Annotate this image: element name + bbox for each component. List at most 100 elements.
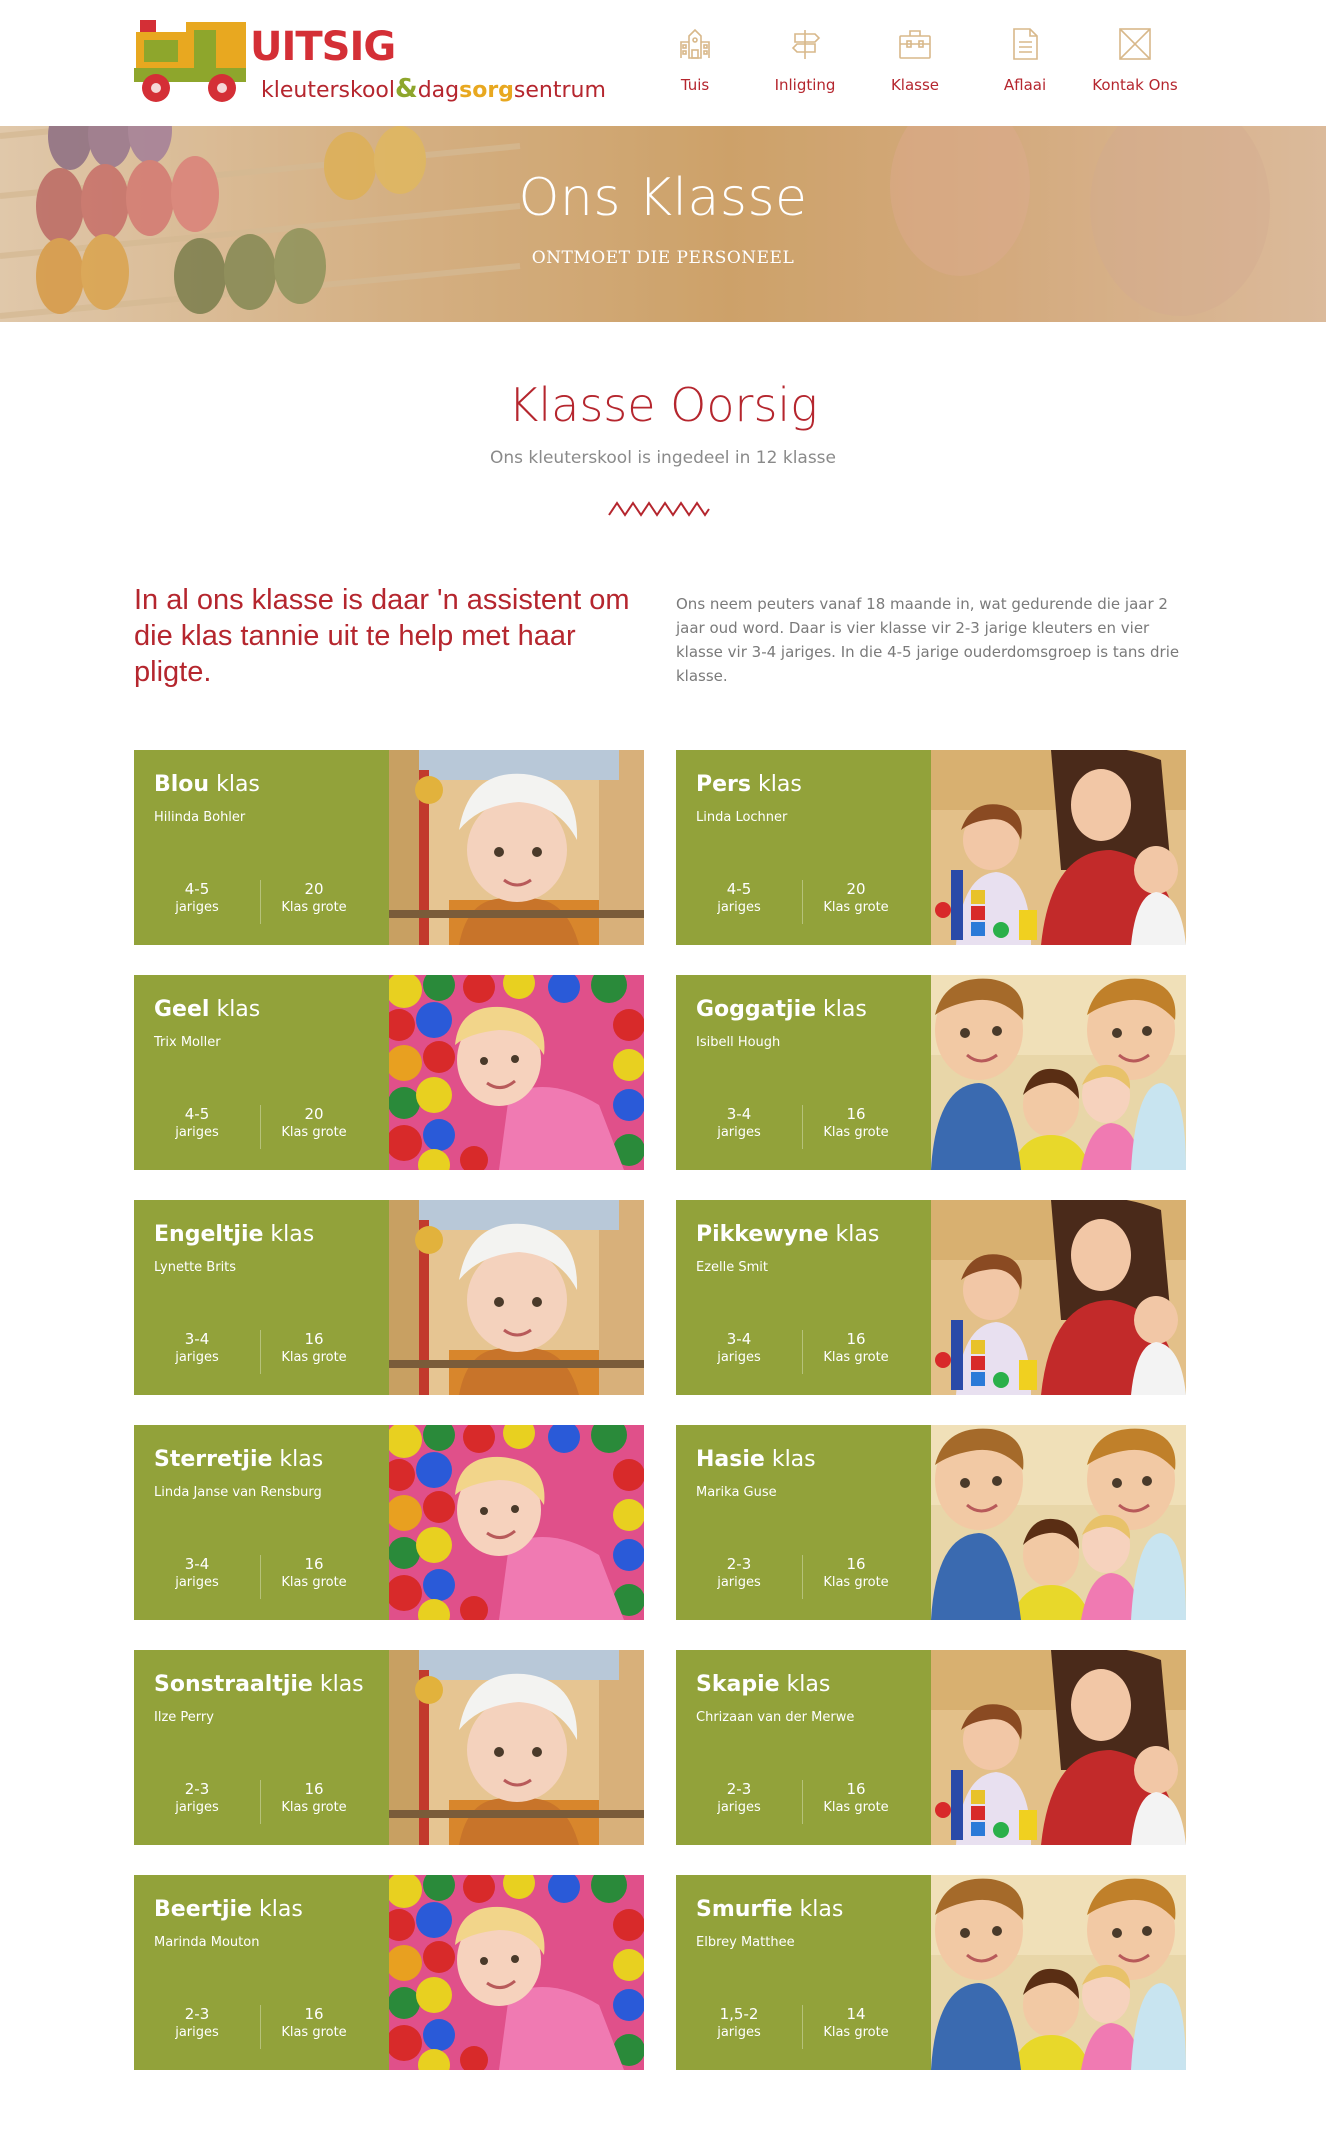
class-name: Sterretjie klas	[154, 1447, 324, 1472]
class-teacher: Trix Moller	[154, 1035, 221, 1050]
class-photo	[389, 1425, 644, 1620]
class-photo	[389, 750, 644, 945]
class-card[interactable]: Sterretjie klas Linda Janse van Rensburg…	[134, 1425, 644, 1620]
class-age-stat: 2-3 jariges	[702, 1555, 776, 1593]
class-photo	[931, 1875, 1186, 2070]
page-subtitle: ONTMOET DIE PERSONEEL	[531, 248, 795, 268]
class-size-label: Klas grote	[281, 1800, 347, 1815]
class-age-label: jariges	[717, 1575, 761, 1590]
class-age-stat: 4-5 jariges	[160, 1105, 234, 1143]
page-title: Ons Klasse	[518, 168, 808, 228]
class-age-label: jariges	[175, 1800, 219, 1815]
class-age-label: jariges	[717, 1125, 761, 1140]
class-teacher: Linda Janse van Rensburg	[154, 1485, 322, 1500]
stat-divider	[260, 1555, 261, 1599]
class-size-stat: 16 Klas grote	[806, 1780, 906, 1818]
class-card-info: Skapie klas Chrizaan van der Merwe 2-3 j…	[676, 1650, 931, 1845]
class-age-value: 3-4	[726, 1330, 752, 1348]
class-card[interactable]: Skapie klas Chrizaan van der Merwe 2-3 j…	[676, 1650, 1186, 1845]
class-size-value: 16	[846, 1780, 866, 1798]
class-size-label: Klas grote	[281, 1125, 347, 1140]
class-size-value: 20	[846, 880, 866, 898]
class-size-stat: 16 Klas grote	[264, 1330, 364, 1368]
stat-divider	[802, 880, 803, 924]
class-card[interactable]: Geel klas Trix Moller 4-5 jariges 20 Kla…	[134, 975, 644, 1170]
class-photo	[931, 1650, 1186, 1845]
nav-item-kontak-ons[interactable]: Kontak Ons	[1080, 26, 1190, 106]
class-age-label: jariges	[717, 900, 761, 915]
class-teacher: Marika Guse	[696, 1485, 777, 1500]
class-name: Smurfie klas	[696, 1897, 844, 1922]
class-age-value: 2-3	[726, 1555, 752, 1573]
class-age-value: 2-3	[726, 1780, 752, 1798]
class-size-label: Klas grote	[823, 1575, 889, 1590]
class-age-value: 4-5	[726, 880, 752, 898]
document-icon	[1013, 28, 1038, 60]
nav-item-klasse[interactable]: Klasse	[860, 26, 970, 106]
class-size-label: Klas grote	[281, 900, 347, 915]
class-size-stat: 20 Klas grote	[264, 1105, 364, 1143]
class-age-label: jariges	[175, 1350, 219, 1365]
class-size-value: 14	[846, 2005, 866, 2023]
class-card[interactable]: Pers klas Linda Lochner 4-5 jariges 20 K…	[676, 750, 1186, 945]
class-age-label: jariges	[175, 1125, 219, 1140]
class-size-stat: 16 Klas grote	[264, 1555, 364, 1593]
class-name: Beertjie klas	[154, 1897, 303, 1922]
class-size-label: Klas grote	[823, 900, 889, 915]
class-card[interactable]: Beertjie klas Marinda Mouton 2-3 jariges…	[134, 1875, 644, 2070]
class-age-label: jariges	[717, 2025, 761, 2040]
class-teacher: Marinda Mouton	[154, 1935, 260, 1950]
class-name: Pers klas	[696, 772, 802, 797]
class-age-value: 3-4	[184, 1330, 210, 1348]
class-photo	[931, 1200, 1186, 1395]
class-card[interactable]: Hasie klas Marika Guse 2-3 jariges 16 Kl…	[676, 1425, 1186, 1620]
class-size-stat: 14 Klas grote	[806, 2005, 906, 2043]
class-photo	[389, 1650, 644, 1845]
class-size-label: Klas grote	[823, 1350, 889, 1365]
class-age-stat: 3-4 jariges	[160, 1330, 234, 1368]
class-card[interactable]: Goggatjie klas Isibell Hough 3-4 jariges…	[676, 975, 1186, 1170]
class-card[interactable]: Sonstraaltjie klas Ilze Perry 2-3 jarige…	[134, 1650, 644, 1845]
class-teacher: Ilze Perry	[154, 1710, 214, 1725]
class-size-stat: 16 Klas grote	[264, 1780, 364, 1818]
class-size-label: Klas grote	[823, 1800, 889, 1815]
class-age-value: 2-3	[184, 1780, 210, 1798]
nav-item-tuis[interactable]: Tuis	[640, 26, 750, 106]
class-size-value: 16	[304, 1330, 324, 1348]
class-size-label: Klas grote	[823, 1125, 889, 1140]
class-photo	[931, 975, 1186, 1170]
intro-highlight: In al ons klasse is daar 'n assistent om…	[134, 584, 630, 688]
class-card[interactable]: Smurfie klas Elbrey Matthee 1,5-2 jarige…	[676, 1875, 1186, 2070]
nav-item-aflaai[interactable]: Aflaai	[970, 26, 1080, 106]
class-card[interactable]: Blou klas Hilinda Bohler 4-5 jariges 20 …	[134, 750, 644, 945]
nav-item-inligting[interactable]: Inligting	[750, 26, 860, 106]
toy-train-icon	[134, 20, 246, 102]
section-title: Klasse Oorsig	[508, 378, 818, 432]
class-size-stat: 16 Klas grote	[806, 1105, 906, 1143]
site-logo[interactable]: UITSIG kleuterskool&dagsorgsentrum	[134, 18, 606, 108]
class-card-info: Blou klas Hilinda Bohler 4-5 jariges 20 …	[134, 750, 389, 945]
stat-divider	[260, 2005, 261, 2049]
class-age-label: jariges	[717, 1350, 761, 1365]
class-card-info: Hasie klas Marika Guse 2-3 jariges 16 Kl…	[676, 1425, 931, 1620]
stat-divider	[802, 1555, 803, 1599]
class-age-value: 3-4	[184, 1555, 210, 1573]
nav-label: Tuis	[680, 76, 710, 94]
class-card-info: Sterretjie klas Linda Janse van Rensburg…	[134, 1425, 389, 1620]
stat-divider	[260, 1780, 261, 1824]
class-age-stat: 2-3 jariges	[702, 1780, 776, 1818]
class-name: Skapie klas	[696, 1672, 831, 1697]
class-card-info: Beertjie klas Marinda Mouton 2-3 jariges…	[134, 1875, 389, 2070]
class-card-info: Geel klas Trix Moller 4-5 jariges 20 Kla…	[134, 975, 389, 1170]
class-teacher: Chrizaan van der Merwe	[696, 1710, 855, 1725]
class-card[interactable]: Engeltjie klas Lynette Brits 3-4 jariges…	[134, 1200, 644, 1395]
stat-divider	[802, 1330, 803, 1374]
class-size-label: Klas grote	[823, 2025, 889, 2040]
class-card-info: Smurfie klas Elbrey Matthee 1,5-2 jarige…	[676, 1875, 931, 2070]
class-card[interactable]: Pikkewyne klas Ezelle Smit 3-4 jariges 1…	[676, 1200, 1186, 1395]
nav-label: Kontak Ons	[1092, 76, 1178, 94]
class-size-stat: 16 Klas grote	[264, 2005, 364, 2043]
logo-subtitle: kleuterskool&dagsorgsentrum	[261, 74, 606, 104]
class-card-info: Goggatjie klas Isibell Hough 3-4 jariges…	[676, 975, 931, 1170]
class-age-value: 4-5	[184, 1105, 210, 1123]
